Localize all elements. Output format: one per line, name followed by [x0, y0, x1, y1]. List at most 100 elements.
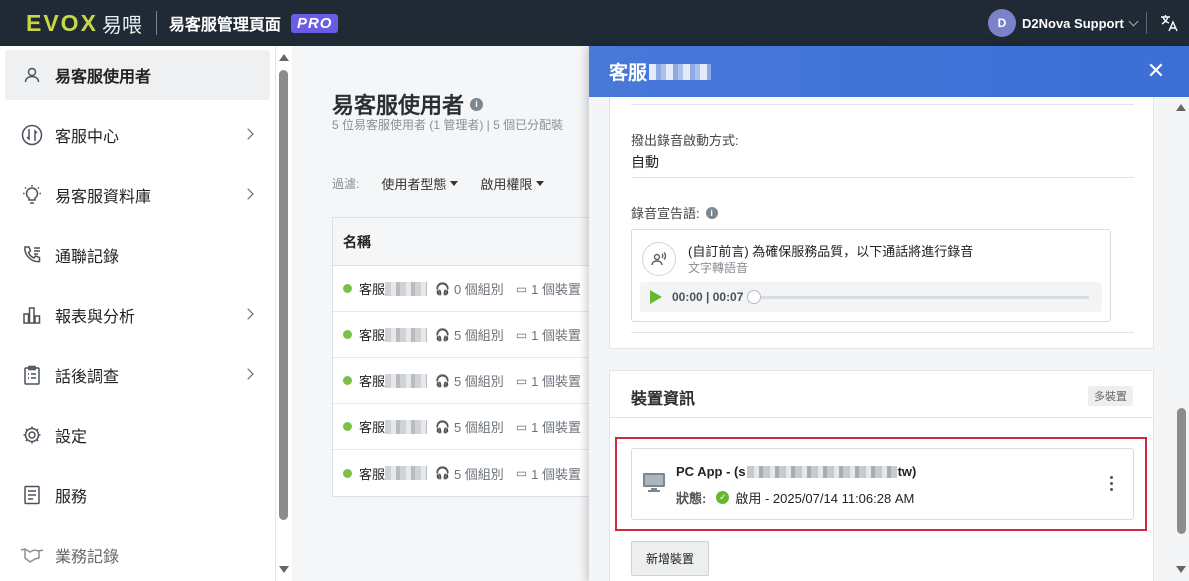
recording-settings-card: 撥出錄音啟動方式: 自動 錄音宣告語: i (自訂前言) 為確保服務品質，以下通…: [609, 97, 1154, 349]
groups-count: 🎧 5 個組別: [435, 371, 504, 390]
redacted-text: [385, 373, 428, 388]
devices-text: 1 個裝置: [531, 466, 581, 482]
groups-count: 🎧 5 個組別: [435, 325, 504, 344]
sidebar-item-call-log[interactable]: 通聯記錄: [5, 230, 270, 280]
sidebar-item-users[interactable]: 易客服使用者: [5, 50, 270, 100]
device-info-card: 裝置資訊 多裝置 PC App - (s tw) 狀態: ✓ 啟用 - 2025…: [609, 370, 1154, 581]
seek-knob[interactable]: [747, 289, 762, 304]
column-header-name[interactable]: 名稱: [343, 232, 371, 252]
sidebar: 易客服使用者 客服中心 易客服資料庫 通聯記錄 報表與分析 話後調查 設定 服務…: [0, 46, 276, 581]
sidebar-item-label: 話後調查: [55, 369, 120, 386]
sidebar-item-survey[interactable]: 話後調查: [5, 350, 270, 400]
sidebar-item-label: 服務: [55, 489, 88, 506]
audio-title: (自訂前言) 為確保服務品質，以下通話將進行錄音: [688, 244, 974, 259]
info-icon[interactable]: i: [470, 97, 484, 111]
sidebar-item-services[interactable]: 服務: [5, 470, 270, 520]
drawer-scrollbar[interactable]: [1177, 408, 1186, 534]
sidebar-item-label: 客服中心: [55, 129, 120, 146]
user-name-cell: 客服: [359, 374, 386, 389]
user-name: D2Nova Support: [1022, 15, 1124, 31]
chevron-right-icon: [242, 368, 254, 380]
sidebar-item-knowledge-base[interactable]: 易客服資料庫: [5, 170, 270, 220]
sidebar-item-business-records[interactable]: 業務記錄: [5, 530, 270, 580]
user-name-cell: 客服: [359, 282, 386, 297]
sidebar-scroll-up[interactable]: [279, 54, 289, 61]
divider: [631, 332, 1134, 333]
redacted-email: [746, 465, 897, 478]
device-item[interactable]: PC App - (s tw) 狀態: ✓ 啟用 - 2025/07/14 11…: [631, 448, 1134, 520]
status-value: 啟用 - 2025/07/14 11:06:28 AM: [735, 491, 915, 506]
devices-icon: ▭: [515, 281, 528, 296]
monitor-icon: [642, 471, 666, 493]
divider: [631, 177, 1134, 178]
filter-permission-dropdown[interactable]: 啟用權限: [480, 174, 545, 193]
page-subtitle: 5 位易客服使用者 (1 管理者) | 5 個已分配裝: [332, 118, 564, 132]
title-divider: [155, 11, 157, 35]
sidebar-scroll-down[interactable]: [279, 566, 289, 573]
drawer-body: 撥出錄音啟動方式: 自動 錄音宣告語: i (自訂前言) 為確保服務品質，以下通…: [609, 97, 1154, 581]
table-row[interactable]: 客服 🎧 5 個組別 ▭ 1 個裝置: [333, 450, 592, 496]
sidebar-item-reports[interactable]: 報表與分析: [5, 290, 270, 340]
handshake-icon: [20, 543, 44, 567]
drawer-scroll-down[interactable]: [1176, 566, 1186, 573]
user-name-cell: 客服: [359, 420, 386, 435]
headset-icon: 🎧: [435, 281, 450, 296]
logo-text: EVOX: [26, 9, 98, 36]
user-menu[interactable]: D D2Nova Support: [988, 9, 1139, 37]
add-device-button[interactable]: 新增裝置: [631, 541, 710, 576]
recording-start-label: 撥出錄音啟動方式:: [631, 133, 739, 148]
gear-icon: [20, 423, 44, 447]
close-icon[interactable]: ✕: [1145, 58, 1167, 83]
info-icon[interactable]: i: [705, 206, 718, 219]
avatar: D: [988, 9, 1016, 37]
devices-text: 1 個裝置: [531, 374, 581, 389]
redacted-text: [385, 327, 428, 342]
table-header: 名稱: [333, 218, 592, 266]
chevron-right-icon: [242, 308, 254, 320]
status-dot: [343, 376, 352, 385]
device-status: 狀態: ✓ 啟用 - 2025/07/14 11:06:28 AM: [676, 488, 914, 507]
filter-user-type-dropdown[interactable]: 使用者型態: [381, 174, 459, 193]
status-dot: [343, 284, 352, 293]
redacted-text: [385, 281, 428, 296]
translate-icon[interactable]: [1158, 12, 1180, 34]
sidebar-item-settings[interactable]: 設定: [5, 410, 270, 460]
redacted-text: [385, 466, 428, 480]
sidebar-item-service-center[interactable]: 客服中心: [5, 110, 270, 160]
caret-down-icon: [450, 181, 459, 186]
groups-text: 5 個組別: [453, 374, 504, 389]
table-row[interactable]: 客服 🎧 5 個組別 ▭ 1 個裝置: [333, 358, 592, 404]
devices-text: 1 個裝置: [531, 282, 581, 297]
headset-icon: 🎧: [435, 466, 450, 480]
groups-text: 0 個組別: [453, 282, 504, 297]
more-options-icon[interactable]: [1110, 476, 1113, 491]
devices-count: ▭ 1 個裝置: [516, 325, 581, 344]
filter-label: 過濾:: [332, 177, 360, 191]
sidebar-item-label: 易客服資料庫: [55, 189, 152, 206]
evox-logo[interactable]: EVOX 易喂: [26, 9, 142, 38]
sidebar-item-label: 通聯記錄: [55, 249, 120, 266]
sidebar-item-label: 報表與分析: [55, 309, 136, 326]
audio-seek-slider[interactable]: [747, 289, 1090, 304]
table-row[interactable]: 客服 🎧 5 個組別 ▭ 1 個裝置: [333, 312, 592, 358]
voice-icon: [642, 242, 676, 276]
filter-user-type-label: 使用者型態: [381, 177, 447, 192]
table-row[interactable]: 客服 🎧 5 個組別 ▭ 1 個裝置: [333, 404, 592, 450]
drawer-scroll-up[interactable]: [1176, 104, 1186, 111]
table-row[interactable]: 客服 🎧 0 個組別 ▭ 1 個裝置: [333, 266, 592, 312]
devices-count: ▭ 1 個裝置: [516, 417, 581, 436]
audio-subtitle: 文字轉語音: [688, 261, 749, 275]
divider: [610, 417, 1154, 418]
sidebar-scrollbar[interactable]: [279, 70, 288, 520]
status-label: 狀態:: [676, 491, 707, 506]
chevron-right-icon: [242, 188, 254, 200]
devices-count: ▭ 1 個裝置: [516, 464, 581, 483]
play-icon[interactable]: [650, 290, 662, 304]
user-name-cell: 客服: [359, 466, 386, 482]
devices-icon: ▭: [515, 466, 528, 480]
devices-count: ▭ 1 個裝置: [516, 371, 581, 390]
recording-announce-label: 錄音宣告語: i: [631, 203, 718, 222]
filter-permission-label: 啟用權限: [480, 177, 533, 192]
headset-icon: 🎧: [435, 327, 450, 342]
status-dot: [343, 468, 352, 478]
